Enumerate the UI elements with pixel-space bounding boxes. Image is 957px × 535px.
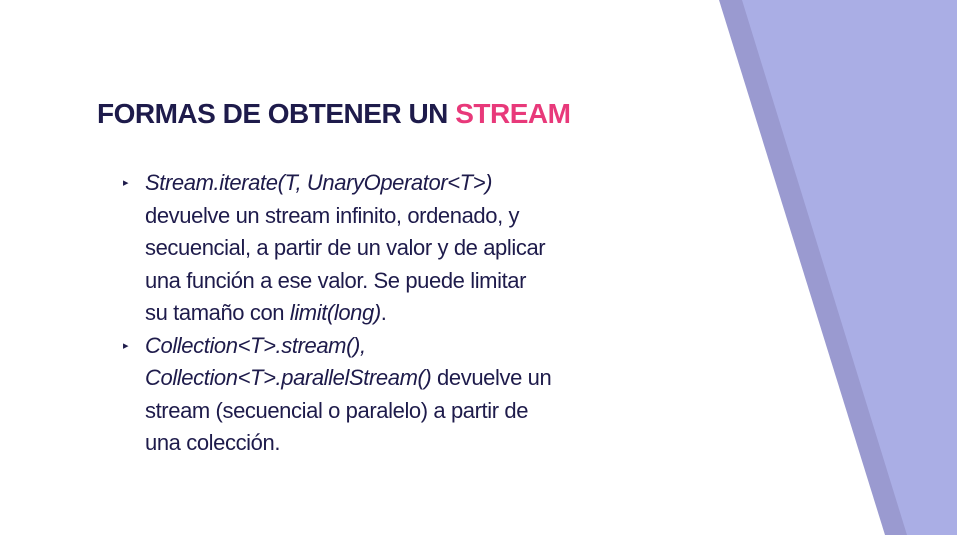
bullet-text-line: stream (secuencial o paralelo) a partir … <box>145 395 640 428</box>
bullet-text-line: su tamaño con limit(long). <box>145 297 640 330</box>
slide-title: FORMAS DE OBTENER UN STREAM <box>97 95 571 133</box>
triangle-right-bullet-icon: ▸ <box>123 177 129 189</box>
code-reference-text: Stream.iterate(T, UnaryOperator<T>) <box>145 170 493 195</box>
body-text: su tamaño con <box>145 300 290 325</box>
body-text: devuelve un stream infinito, ordenado, y <box>145 202 520 228</box>
bullet-text-line: una función a ese valor. Se puede limita… <box>145 265 640 298</box>
body-text: stream (secuencial o paralelo) a partir … <box>145 397 529 423</box>
light-side-band <box>742 0 957 535</box>
bullet-text-line: secuencial, a partir de un valor y de ap… <box>145 232 640 265</box>
code-reference-text: Collection<T>.parallelStream() <box>145 365 432 390</box>
bullet-text-line: Collection<T>.stream(), <box>145 330 640 363</box>
body-text: devuelve un <box>431 365 552 390</box>
body-text: una función a ese valor. Se puede limita… <box>145 267 527 293</box>
slide-title-main: FORMAS DE OBTENER UN <box>97 98 456 129</box>
code-reference-text: limit(long) <box>289 300 381 325</box>
body-text: secuencial, a partir de un valor y de ap… <box>145 235 546 260</box>
body-text: . <box>380 300 387 325</box>
bullet-text-line: una colección. <box>145 427 640 460</box>
code-reference-text: Collection<T>.stream(), <box>145 332 366 358</box>
bullet-text-line: Collection<T>.parallelStream() devuelve … <box>145 362 640 395</box>
bullet-item: ▸ Stream.iterate(T, UnaryOperator<T>) devu… <box>120 167 640 330</box>
slide-title-accent: STREAM <box>455 98 571 129</box>
body-text: una colección. <box>145 430 281 455</box>
bullet-item: ▸ Collection<T>.stream(), Collection<T>.pa… <box>120 330 640 460</box>
bullet-text-line: Stream.iterate(T, UnaryOperator<T>) <box>145 167 640 200</box>
bullet-list: ▸ Stream.iterate(T, UnaryOperator<T>) devu… <box>120 167 640 460</box>
bullet-text-line: devuelve un stream infinito, ordenado, y <box>145 200 640 233</box>
triangle-right-bullet-icon: ▸ <box>123 339 129 352</box>
